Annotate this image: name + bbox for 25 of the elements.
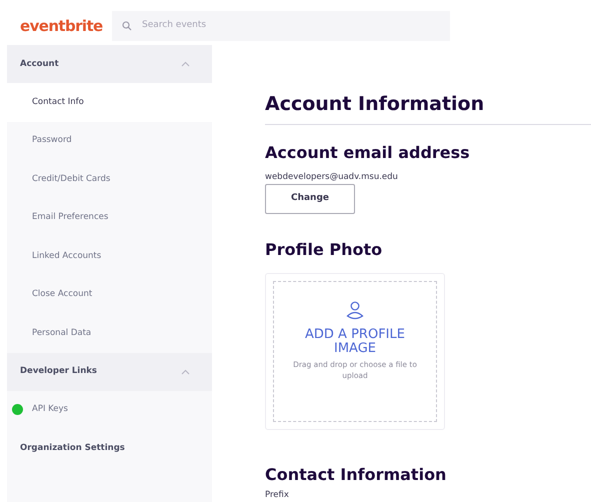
sidebar-item[interactable]: Close Account — [7, 276, 212, 314]
sidebar-item[interactable]: API Keys — [7, 390, 212, 429]
sidebar-item[interactable]: Email Preferences — [7, 198, 212, 237]
sidebar-item[interactable]: Credit/Debit Cards — [7, 160, 212, 198]
field-label: Prefix — [265, 489, 290, 502]
change-button[interactable]: Change — [265, 184, 355, 214]
sidebar-item[interactable]: Linked Accounts — [7, 237, 212, 276]
section-heading: Contact Information — [265, 464, 448, 484]
upload-title: ADD A PROFILE IMAGE — [304, 328, 406, 356]
chevron-icon — [181, 368, 190, 374]
sidebar-group-header[interactable]: Account — [7, 45, 212, 83]
search-icon — [122, 21, 132, 31]
email-address: webdevelopers@uadv.msu.edu — [265, 170, 399, 184]
person-icon — [346, 301, 364, 320]
section-heading: Profile Photo — [265, 240, 384, 259]
sidebar-item[interactable]: Contact Info — [7, 83, 212, 122]
chevron-icon — [181, 61, 190, 67]
logo[interactable]: eventbrite — [20, 14, 112, 38]
section-heading: Account email address — [265, 142, 471, 162]
sidebar-group-header[interactable]: Developer Links — [7, 352, 212, 390]
sidebar-item[interactable]: Password — [7, 122, 212, 160]
search-input[interactable]: Search events — [140, 18, 420, 34]
sidebar-item[interactable]: Personal Data — [7, 314, 212, 352]
search-field[interactable]: Search events — [112, 11, 450, 41]
page-title: Account Information — [265, 93, 486, 116]
